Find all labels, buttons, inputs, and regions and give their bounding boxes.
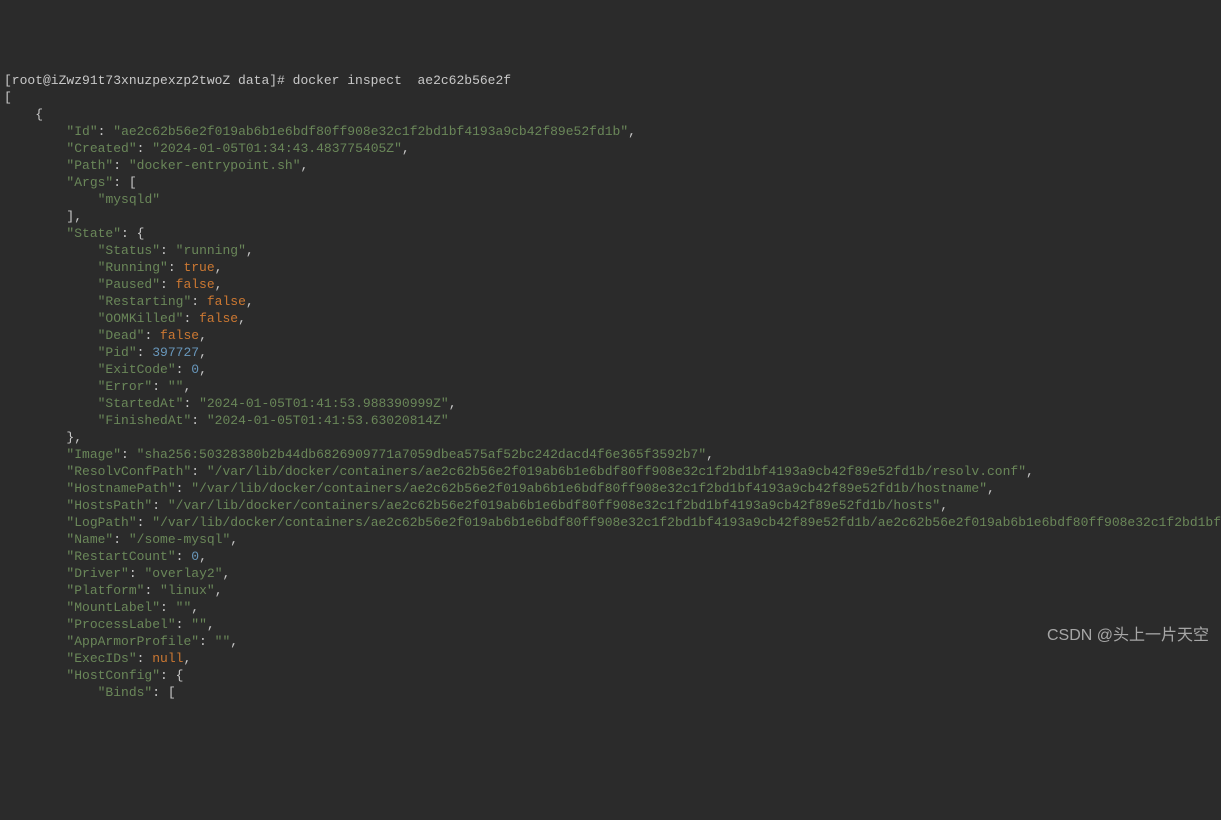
json-state-dead: false <box>160 328 199 343</box>
json-image: sha256:50328380b2b44db6826909771a7059dbe… <box>144 447 698 462</box>
json-path: docker-entrypoint.sh <box>137 158 293 173</box>
json-args-0: mysqld <box>105 192 152 207</box>
watermark-text: CSDN @头上一片天空 <box>1047 627 1209 644</box>
json-driver: overlay2 <box>152 566 214 581</box>
json-execids: null <box>152 651 183 666</box>
json-name: /some-mysql <box>137 532 223 547</box>
json-state-oomkilled: false <box>199 311 238 326</box>
json-state-pid: 397727 <box>152 345 199 360</box>
json-state-exitcode: 0 <box>191 362 199 377</box>
json-id: ae2c62b56e2f019ab6b1e6bdf80ff908e32c1f2b… <box>121 124 620 139</box>
shell-prompt: [root@iZwz91t73xnuzpexzp2twoZ data]# doc… <box>4 73 511 88</box>
json-hostspath: /var/lib/docker/containers/ae2c62b56e2f0… <box>176 498 933 513</box>
json-state-restarting: false <box>207 294 246 309</box>
json-logpath: /var/lib/docker/containers/ae2c62b56e2f0… <box>160 515 1221 530</box>
json-platform: linux <box>168 583 207 598</box>
json-restartcount: 0 <box>191 549 199 564</box>
json-state-startedat: 2024-01-05T01:41:53.988390999Z <box>207 396 441 411</box>
json-state-paused: false <box>176 277 215 292</box>
json-state-finishedat: 2024-01-05T01:41:53.63020814Z <box>215 413 441 428</box>
json-resolvconfpath: /var/lib/docker/containers/ae2c62b56e2f0… <box>215 464 1019 479</box>
json-state-status: running <box>183 243 238 258</box>
json-hostnamepath: /var/lib/docker/containers/ae2c62b56e2f0… <box>199 481 979 496</box>
terminal-output[interactable]: [root@iZwz91t73xnuzpexzp2twoZ data]# doc… <box>4 72 1217 701</box>
json-created: 2024-01-05T01:34:43.483775405Z <box>160 141 394 156</box>
json-state-running: true <box>183 260 214 275</box>
